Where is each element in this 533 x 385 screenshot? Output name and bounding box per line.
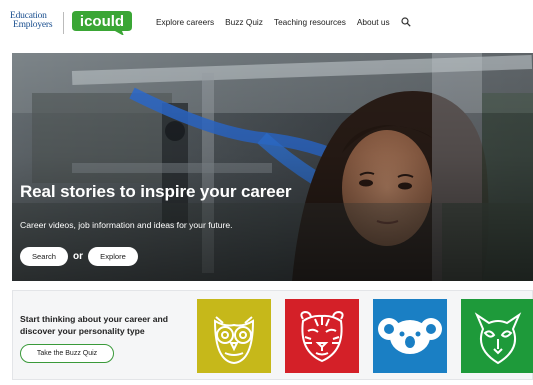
owl-icon [197, 299, 271, 373]
buzz-quiz-panel: Start thinking about your career and dis… [12, 290, 533, 380]
search-icon[interactable] [401, 17, 411, 27]
search-button[interactable]: Search [20, 246, 68, 266]
cat-icon [461, 299, 533, 373]
hero-actions: Search or Explore [20, 246, 138, 266]
owl-tile[interactable] [197, 299, 271, 373]
take-buzz-quiz-button[interactable]: Take the Buzz Quiz [20, 344, 114, 363]
nav-about-us[interactable]: About us [357, 17, 390, 27]
icould-logo-text: icould [80, 13, 124, 30]
logo-ee-line2: Employers [13, 20, 53, 30]
or-separator: or [73, 250, 83, 262]
hero-title: Real stories to inspire your career [20, 182, 292, 201]
tiger-tile[interactable] [285, 299, 359, 373]
hero-banner: Real stories to inspire your career Care… [12, 53, 533, 281]
cat-tile[interactable] [461, 299, 533, 373]
nav-explore-careers[interactable]: Explore careers [156, 17, 214, 27]
education-employers-logo[interactable]: Education Employers [10, 11, 62, 30]
quiz-heading: Start thinking about your career and dis… [20, 314, 169, 336]
logo-divider [63, 12, 64, 34]
hero-subtitle: Career videos, job information and ideas… [20, 220, 233, 230]
tiger-icon [285, 299, 359, 373]
nav-teaching-resources[interactable]: Teaching resources [274, 17, 346, 27]
nav-buzz-quiz[interactable]: Buzz Quiz [225, 17, 263, 27]
site-header: Education Employers icould Explore caree… [0, 0, 533, 46]
koala-tile[interactable] [373, 299, 447, 373]
icould-logo[interactable]: icould [70, 9, 134, 35]
main-nav: Explore careers Buzz Quiz Teaching resou… [156, 15, 411, 29]
koala-icon [373, 299, 447, 373]
explore-button[interactable]: Explore [88, 246, 138, 266]
